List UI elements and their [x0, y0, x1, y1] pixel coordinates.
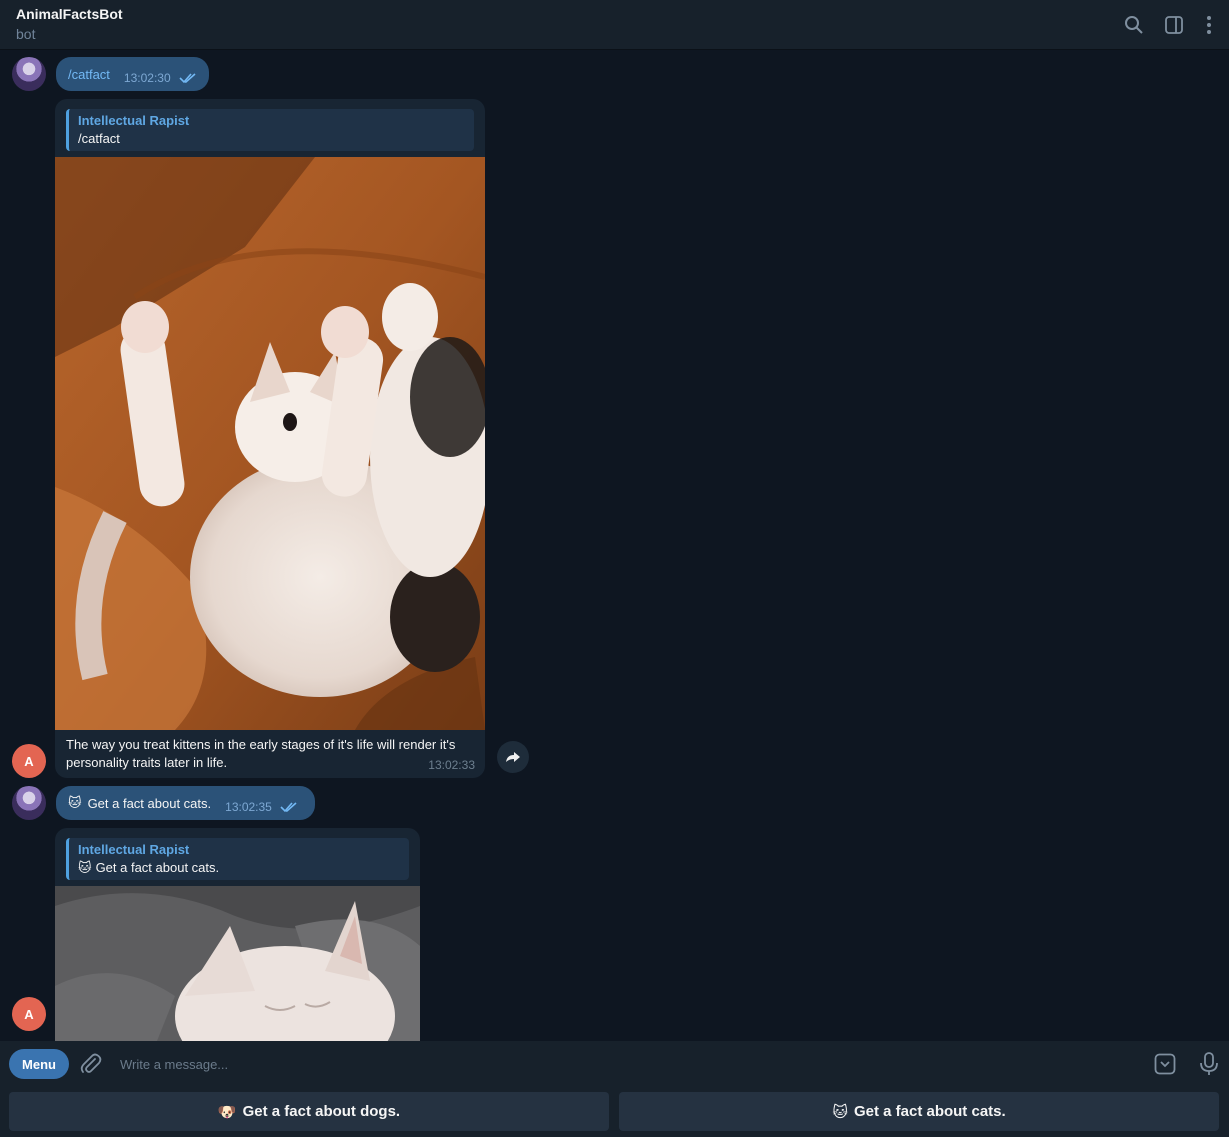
chat-subtitle: bot	[16, 26, 36, 42]
caption-text: The way you treat kittens in the early s…	[66, 737, 456, 770]
cat-photo[interactable]	[55, 157, 485, 730]
outgoing-message[interactable]: /catfact 13:02:30	[56, 57, 209, 91]
message-caption[interactable]: The way you treat kittens in the early s…	[55, 730, 485, 778]
chat-title[interactable]: AnimalFactsBot	[16, 6, 123, 22]
forward-button[interactable]	[497, 741, 529, 773]
reply-quote[interactable]: Intellectual Rapist 🐱 Get a fact about ca…	[66, 838, 409, 880]
bot-reply-keyboard: 🐶 Get a fact about dogs. 🐱 Get a fact ab…	[0, 1086, 1229, 1137]
outgoing-message[interactable]: 🐱 Get a fact about cats. 13:02:35	[56, 786, 315, 820]
forward-icon	[506, 752, 520, 762]
reply-text-body: Get a fact about cats.	[95, 860, 220, 875]
double-check-icon	[280, 802, 297, 813]
more-vertical-icon[interactable]	[1197, 13, 1221, 37]
reply-text: /catfact	[78, 131, 120, 146]
bot-avatar[interactable]: A	[12, 744, 46, 778]
message-time: 13:02:33	[428, 758, 475, 772]
message-composer: Menu	[0, 1041, 1229, 1086]
dog-emoji-icon: 🐶	[217, 1103, 237, 1121]
cat-emoji-icon: 🐱	[78, 860, 92, 875]
message-time: 13:02:35	[225, 800, 272, 814]
reply-author: Intellectual Rapist	[78, 842, 190, 857]
message-text[interactable]: /catfact	[68, 67, 110, 82]
user-avatar[interactable]	[12, 786, 46, 820]
cat-fact-button[interactable]: 🐱 Get a fact about cats.	[619, 1092, 1219, 1131]
bot-menu-button[interactable]: Menu	[9, 1049, 69, 1079]
kitten-on-blanket-image	[55, 886, 420, 1041]
dog-fact-button[interactable]: 🐶 Get a fact about dogs.	[9, 1092, 609, 1131]
keyboard-toggle-icon[interactable]	[1153, 1052, 1177, 1076]
paperclip-icon[interactable]	[80, 1052, 102, 1076]
reply-quote[interactable]: Intellectual Rapist /catfact	[66, 109, 474, 151]
microphone-icon[interactable]	[1198, 1051, 1220, 1077]
double-check-icon	[179, 73, 196, 84]
incoming-message[interactable]: Intellectual Rapist /catfact The way you…	[55, 99, 485, 778]
search-icon[interactable]	[1122, 13, 1146, 37]
message-text[interactable]: Get a fact about cats.	[88, 796, 212, 811]
message-time: 13:02:30	[123, 71, 171, 85]
cat-emoji-icon: 🐱	[832, 1103, 848, 1121]
cat-emoji-icon: 🐱	[68, 795, 82, 810]
reply-author: Intellectual Rapist	[78, 113, 190, 128]
bot-avatar[interactable]: A	[12, 997, 46, 1031]
incoming-message[interactable]: Intellectual Rapist 🐱 Get a fact about ca…	[55, 828, 420, 1041]
cat-photo[interactable]	[55, 886, 420, 1041]
sidebar-toggle-icon[interactable]	[1162, 13, 1186, 37]
chat-header: AnimalFactsBot bot	[0, 0, 1229, 50]
button-label: Get a fact about dogs.	[242, 1103, 401, 1120]
user-avatar[interactable]	[12, 57, 46, 91]
message-input[interactable]	[112, 1049, 1132, 1079]
button-label: Get a fact about cats.	[853, 1103, 1006, 1120]
sleeping-kitten-image	[55, 157, 485, 730]
message-list[interactable]: /catfact 13:02:30 Intellectual Rapist /c…	[0, 51, 1229, 1041]
reply-text: 🐱 Get a fact about cats.	[78, 859, 400, 877]
